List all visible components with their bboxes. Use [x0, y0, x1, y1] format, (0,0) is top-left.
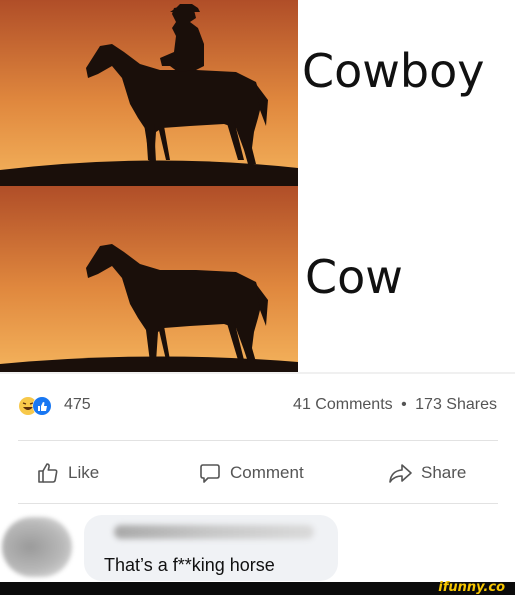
comments-shares-summary: 41 Comments • 173 Shares	[291, 396, 499, 414]
share-button[interactable]: Share	[387, 455, 466, 491]
commenter-name-blurred	[114, 525, 314, 539]
horse-silhouette-image	[0, 186, 298, 372]
thumbs-up-icon	[38, 463, 58, 483]
comment-label: Comment	[230, 463, 304, 482]
caption-cow: Cow	[305, 250, 403, 304]
commenter-avatar-blurred[interactable]	[2, 517, 72, 577]
comment-button[interactable]: Comment	[198, 455, 304, 491]
ifunny-watermark: ifunny.co	[438, 580, 505, 595]
reaction-icons[interactable]	[18, 395, 58, 417]
separator-bottom	[18, 503, 498, 504]
share-arrow-icon	[389, 464, 412, 483]
watermark-bar: ifunny.co	[0, 580, 515, 595]
post-stats-bar: 475 41 Comments • 173 Shares	[0, 392, 515, 422]
comment-bubble-icon	[200, 464, 220, 483]
post-action-bar: Like Comment Share	[0, 455, 515, 491]
cowboy-silhouette-image	[0, 0, 298, 186]
comment-text: That’s a f**king horse	[104, 555, 275, 575]
shares-count[interactable]: 173 Shares	[415, 396, 497, 413]
caption-cowboy: Cowboy	[302, 44, 485, 98]
dot-separator: •	[401, 396, 407, 413]
comment-bubble[interactable]: That’s a f**king horse	[84, 515, 338, 581]
horse-panel	[0, 186, 298, 372]
like-button[interactable]: Like	[36, 455, 99, 491]
comment: That’s a f**king horse	[0, 505, 515, 582]
share-label: Share	[421, 463, 467, 482]
meme-image: Cowboy Cow	[0, 0, 515, 372]
comments-count[interactable]: 41 Comments	[293, 396, 393, 413]
divider	[0, 372, 515, 374]
like-label: Like	[68, 463, 100, 482]
reaction-count[interactable]: 475	[64, 396, 91, 414]
separator-top	[18, 440, 498, 441]
cowboy-panel	[0, 0, 298, 186]
